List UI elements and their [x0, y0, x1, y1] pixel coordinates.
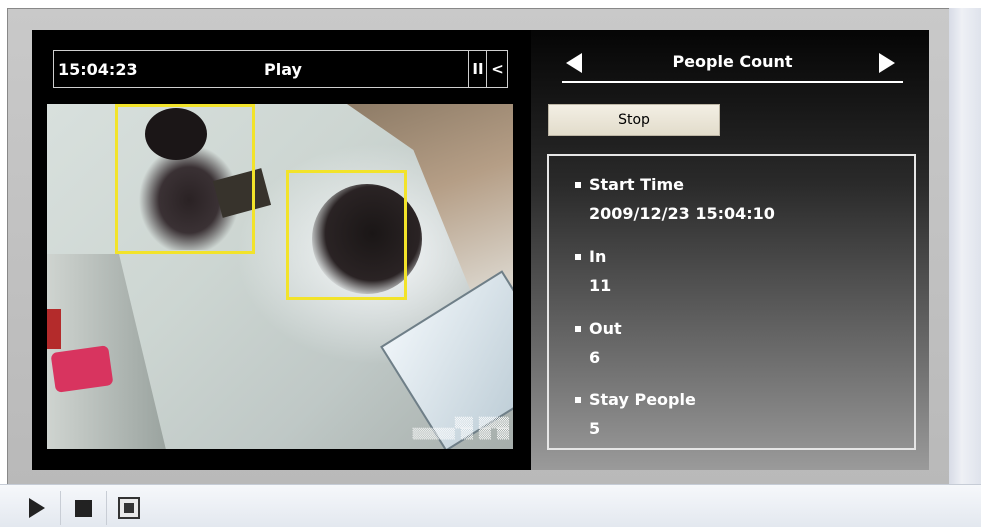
video-view[interactable]: ▒▒▒ ▒▒▒▒▒ ▒▒▒▒▒▒▒ ▒▒ ▒▒ ▒▒: [47, 104, 513, 449]
stop-icon: [74, 499, 92, 517]
player-toolbar: [0, 484, 981, 527]
stop-playback-button[interactable]: [68, 493, 98, 523]
video-status-bar: 15:04:23 Play II <: [53, 50, 508, 88]
stop-button[interactable]: Stop: [548, 104, 720, 136]
fullscreen-icon: [118, 497, 140, 519]
scene-object: [47, 309, 61, 349]
fullscreen-button[interactable]: [114, 493, 144, 523]
stat-value-in: 11: [589, 276, 612, 295]
triangle-right-icon[interactable]: [879, 53, 895, 73]
play-icon: [29, 498, 45, 518]
stat-value-stay-people: 5: [589, 419, 601, 438]
stat-label-start-time: Start Time: [575, 175, 684, 194]
stat-value-out: 6: [589, 348, 601, 367]
playback-state: Play: [264, 60, 302, 79]
toolbar-divider: [60, 491, 61, 525]
playback-time: 15:04:23: [58, 60, 138, 79]
pause-button[interactable]: II: [468, 51, 487, 87]
stat-label-out: Out: [575, 319, 622, 338]
pause-icon: II: [472, 60, 484, 78]
toolbar-divider: [106, 491, 107, 525]
camera-watermark: ▒▒▒ ▒▒▒▒▒ ▒▒▒▒▒▒▒ ▒▒ ▒▒ ▒▒: [412, 418, 509, 440]
chevron-left-icon: <: [491, 60, 504, 78]
stat-label-in: In: [574, 247, 607, 266]
detection-box: [286, 170, 407, 300]
stat-value-start-time: 2009/12/23 15:04:10: [589, 204, 775, 223]
scene-object: [50, 345, 114, 393]
collapse-button[interactable]: <: [486, 51, 508, 87]
scrollbar-track[interactable]: [949, 8, 981, 484]
detection-box: [115, 104, 255, 254]
stats-panel: Start Time 2009/12/23 15:04:10 In 11 Out…: [547, 154, 916, 450]
stat-label-stay-people: Stay People: [575, 390, 696, 409]
play-button[interactable]: [22, 493, 52, 523]
mode-selector: People Count: [562, 50, 903, 83]
mode-title: People Count: [672, 52, 793, 71]
